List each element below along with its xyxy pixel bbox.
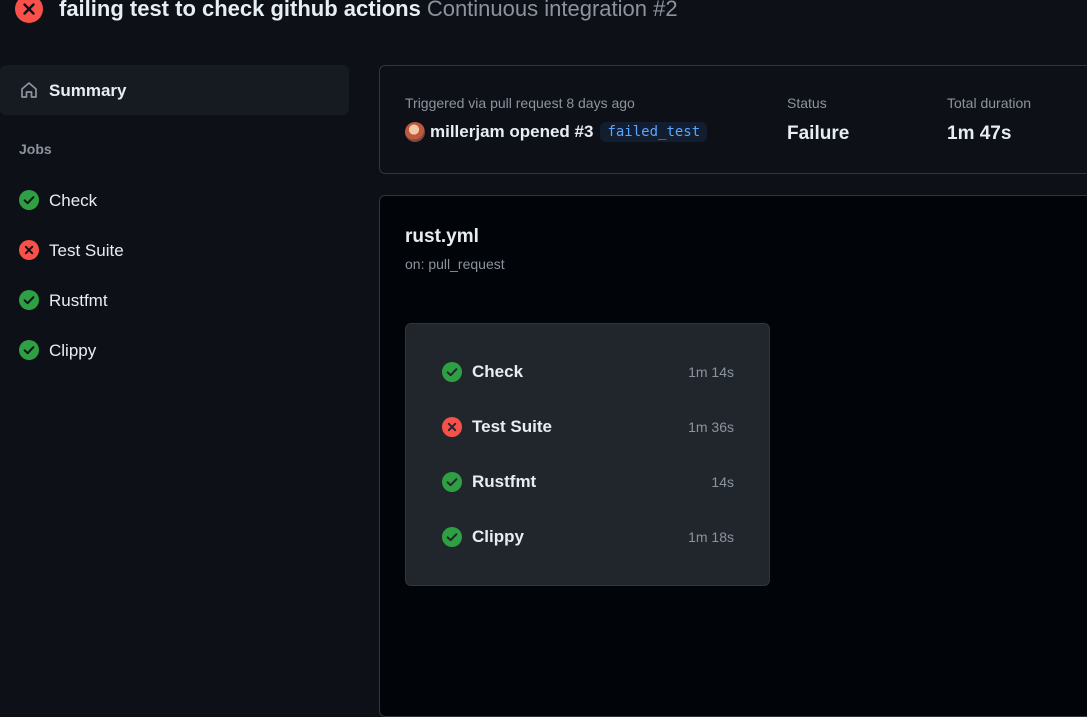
x-circle-fill-icon — [15, 0, 43, 23]
duration-value: 1m 47s — [947, 123, 1012, 144]
workflow-graph-card: rust.yml on: pull_request Check 1m 14s T… — [379, 195, 1087, 717]
status-label: Status — [787, 95, 827, 111]
check-circle-fill-icon — [19, 340, 39, 360]
graph-job-test-suite[interactable]: Test Suite 1m 36s — [406, 407, 769, 447]
graph-job-label: Clippy — [472, 527, 524, 546]
graph-job-duration: 1m 36s — [688, 419, 734, 435]
run-info-card: Triggered via pull request 8 days ago mi… — [379, 65, 1087, 174]
workflow-event: on: pull_request — [405, 256, 505, 272]
graph-job-label: Test Suite — [472, 417, 552, 436]
graph-job-duration: 14s — [711, 474, 734, 490]
branch-label[interactable]: failed_test — [600, 122, 708, 142]
sidebar-job-label: Test Suite — [49, 241, 124, 260]
sidebar-job-clippy[interactable]: Clippy — [0, 330, 349, 370]
check-circle-fill-icon — [442, 472, 462, 492]
sidebar-job-label: Clippy — [49, 341, 97, 360]
duration-label: Total duration — [947, 95, 1032, 111]
graph-job-label: Check — [472, 362, 524, 381]
graph-job-duration: 1m 14s — [688, 364, 734, 380]
sidebar-item-summary[interactable]: Summary — [0, 65, 349, 115]
workflow-job-group: Check 1m 14s Test Suite 1m 36s Rustfmt 1… — [405, 323, 770, 586]
run-subtitle[interactable]: Continuous integration #2 — [427, 0, 678, 21]
status-value: Failure — [787, 123, 850, 144]
graph-job-check[interactable]: Check 1m 14s — [406, 352, 769, 392]
sidebar-job-label: Rustfmt — [49, 291, 108, 310]
x-circle-fill-icon — [442, 417, 462, 437]
home-icon — [21, 82, 37, 98]
x-circle-fill-icon — [19, 240, 39, 260]
graph-job-clippy[interactable]: Clippy 1m 18s — [406, 517, 769, 557]
page-title: failing test to check github actions Cont… — [59, 0, 678, 22]
check-circle-fill-icon — [442, 527, 462, 547]
actor-row: millerjam opened #3 failed_test — [405, 122, 708, 148]
check-circle-fill-icon — [19, 290, 39, 310]
run-title: failing test to check github actions — [59, 0, 421, 21]
graph-job-rustfmt[interactable]: Rustfmt 14s — [406, 462, 769, 502]
trigger-label: Triggered via pull request 8 days ago — [405, 95, 635, 111]
graph-job-duration: 1m 18s — [688, 529, 734, 545]
actor-link[interactable]: millerjam opened #3 — [430, 122, 593, 141]
run-header: failing test to check github actions Cont… — [0, 0, 1087, 30]
graph-job-label: Rustfmt — [472, 472, 537, 491]
sidebar-job-label: Check — [49, 191, 98, 210]
sidebar-job-check[interactable]: Check — [0, 180, 349, 220]
sidebar-item-label: Summary — [49, 81, 127, 100]
check-circle-fill-icon — [19, 190, 39, 210]
sidebar-job-test-suite[interactable]: Test Suite — [0, 230, 349, 270]
avatar[interactable] — [405, 122, 425, 142]
check-circle-fill-icon — [442, 362, 462, 382]
workflow-file-name: rust.yml — [405, 226, 479, 247]
jobs-heading: Jobs — [19, 141, 52, 157]
sidebar-job-rustfmt[interactable]: Rustfmt — [0, 280, 349, 320]
